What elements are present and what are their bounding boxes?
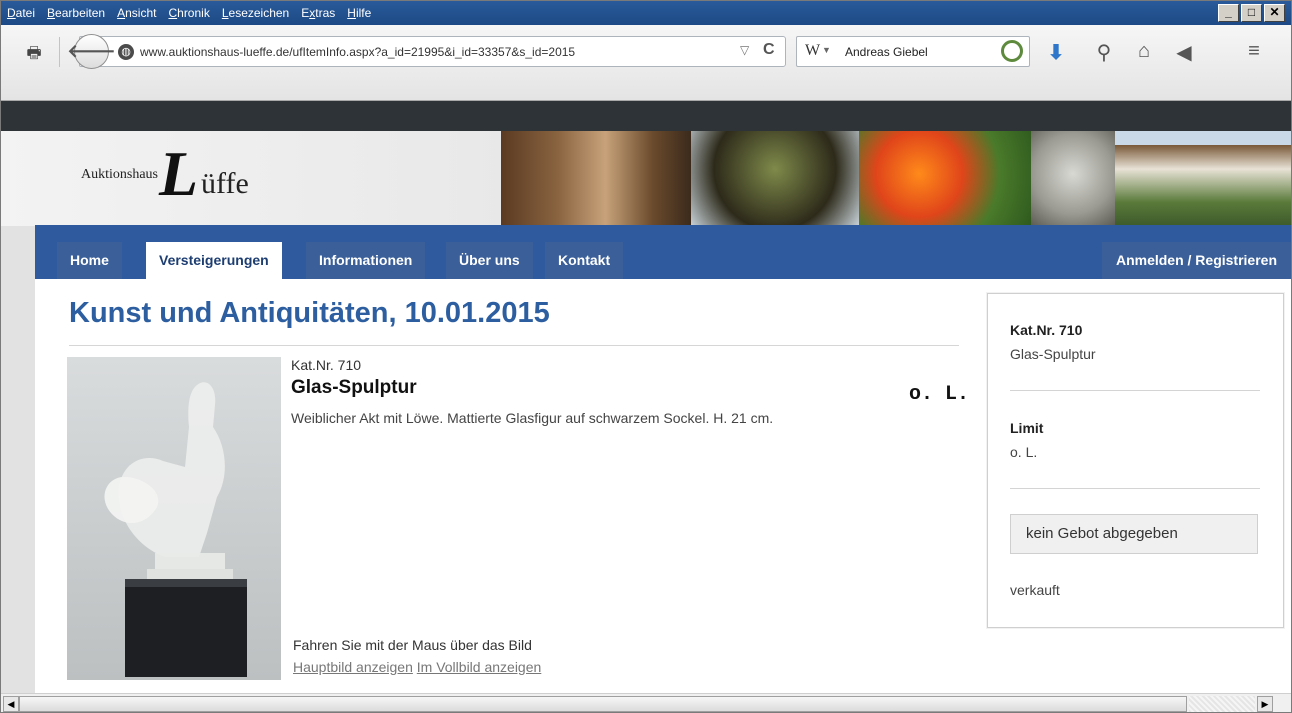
item-limit: o. L. <box>909 383 970 406</box>
show-fullscreen-link[interactable]: Im Vollbild anzeigen <box>417 659 542 675</box>
banner-photo-poppies <box>859 131 1031 226</box>
sold-status: verkauft <box>1010 582 1060 598</box>
url-input[interactable]: www.auktionshaus-lueffe.de/ufItemInfo.as… <box>140 45 575 59</box>
search-icon[interactable] <box>1001 40 1023 62</box>
nav-versteigerungen[interactable]: Versteigerungen <box>146 242 282 279</box>
search-engine-dropdown-icon[interactable]: ▼ <box>822 45 831 55</box>
url-history-dropdown-icon[interactable]: ▽ <box>740 43 749 57</box>
menu-chronik[interactable]: Chronik <box>168 6 209 20</box>
item-description: Weiblicher Akt mit Löwe. Mattierte Glasf… <box>291 410 774 426</box>
close-button[interactable]: ✕ <box>1264 4 1285 22</box>
menu-ansicht[interactable]: Ansicht <box>117 6 156 20</box>
nav-informationen[interactable]: Informationen <box>306 242 426 279</box>
site-top-strip <box>1 101 1291 131</box>
sidebox-catalog-label: Kat.Nr. 710 <box>1010 322 1083 338</box>
item-image[interactable] <box>67 357 281 680</box>
home-icon[interactable]: ⌂ <box>1131 40 1157 63</box>
nav-kontakt[interactable]: Kontakt <box>545 242 624 279</box>
item-info-box: Kat.Nr. 710 Glas-Spulptur Limit o. L. ke… <box>987 293 1284 628</box>
item-page: Kunst und Antiquitäten, 10.01.2015 Kat.N… <box>35 279 1291 693</box>
download-icon[interactable]: ⬇ <box>1043 40 1069 65</box>
nav-home[interactable]: Home <box>57 242 122 279</box>
send-icon[interactable]: ◀ <box>1171 40 1197 65</box>
browser-window: Datei Bearbeiten Ansicht Chronik Lesezei… <box>0 0 1292 713</box>
scrollbar-track[interactable] <box>1189 696 1255 712</box>
back-button[interactable]: 🡐 <box>67 34 116 69</box>
site-logo[interactable]: Auktionshaus L üffe <box>81 139 301 217</box>
menu-lesezeichen[interactable]: Lesezeichen <box>222 6 289 20</box>
menu-bearbeiten[interactable]: Bearbeiten <box>47 6 105 20</box>
banner-photo-interior <box>501 131 691 226</box>
banner-photo-statue <box>1031 131 1115 226</box>
window-controls: _ □ ✕ <box>1218 4 1285 22</box>
horizontal-scrollbar[interactable]: ◀ ▶ <box>1 693 1291 712</box>
sidebox-catalog-value: Glas-Spulptur <box>1010 346 1096 362</box>
menu-icon[interactable]: ≡ <box>1241 40 1267 63</box>
menu-hilfe[interactable]: Hilfe <box>347 6 371 20</box>
toolbar-separator <box>59 37 60 67</box>
scroll-right-icon[interactable]: ▶ <box>1257 696 1273 712</box>
print-icon[interactable]: 🖶 <box>23 42 45 64</box>
globe-icon: ◍ <box>118 44 134 60</box>
image-links: Hauptbild anzeigen Im Vollbild anzeigen <box>293 659 541 675</box>
image-hover-hint: Fahren Sie mit der Maus über das Bild <box>293 637 532 653</box>
scrollbar-thumb[interactable] <box>19 696 1187 712</box>
scroll-left-icon[interactable]: ◀ <box>3 696 19 712</box>
menu-datei[interactable]: Datei <box>7 6 35 20</box>
search-input[interactable]: Andreas Giebel <box>845 45 928 59</box>
site-banner: Auktionshaus L üffe <box>1 131 1291 226</box>
item-catalog-number: Kat.Nr. 710 <box>291 357 362 373</box>
page-title: Kunst und Antiquitäten, 10.01.2015 <box>69 297 550 329</box>
banner-photo-house <box>1115 131 1291 226</box>
show-main-image-link[interactable]: Hauptbild anzeigen <box>293 659 413 675</box>
menu-bar: Datei Bearbeiten Ansicht Chronik Lesezei… <box>1 1 1291 25</box>
site-navigation: Home Versteigerungen Informationen Über … <box>35 225 1291 279</box>
glass-figure-illustration <box>104 382 247 677</box>
nav-ueber-uns[interactable]: Über uns <box>446 242 533 279</box>
wikipedia-icon[interactable]: W <box>805 42 820 60</box>
title-divider <box>69 345 959 346</box>
minimize-button[interactable]: _ <box>1218 4 1239 22</box>
login-register-link[interactable]: Anmelden / Registrieren <box>1101 242 1291 279</box>
bid-status-field[interactable]: kein Gebot abgegeben <box>1010 514 1258 554</box>
page-viewport: Auktionshaus L üffe Home Versteigerungen… <box>1 101 1291 693</box>
sidebox-limit-label: Limit <box>1010 420 1044 436</box>
url-bar[interactable]: 🡐 ◍ www.auktionshaus-lueffe.de/ufItemInf… <box>67 34 786 69</box>
maximize-button[interactable]: □ <box>1241 4 1262 22</box>
sidebox-limit-value: o. L. <box>1010 444 1038 460</box>
find-icon[interactable]: ⚲ <box>1091 40 1117 65</box>
reload-icon[interactable]: C <box>763 41 775 59</box>
item-title: Glas-Spulptur <box>291 377 417 398</box>
sidebox-divider <box>1010 390 1260 391</box>
sidebox-divider <box>1010 488 1260 489</box>
search-bar[interactable]: W ▼ Andreas Giebel <box>796 36 1030 67</box>
navigation-toolbar: 🖶 🡐 ◍ www.auktionshaus-lueffe.de/ufItemI… <box>1 25 1291 101</box>
menu-extras[interactable]: Extras <box>301 6 335 20</box>
banner-photo-ironwork <box>691 131 859 226</box>
